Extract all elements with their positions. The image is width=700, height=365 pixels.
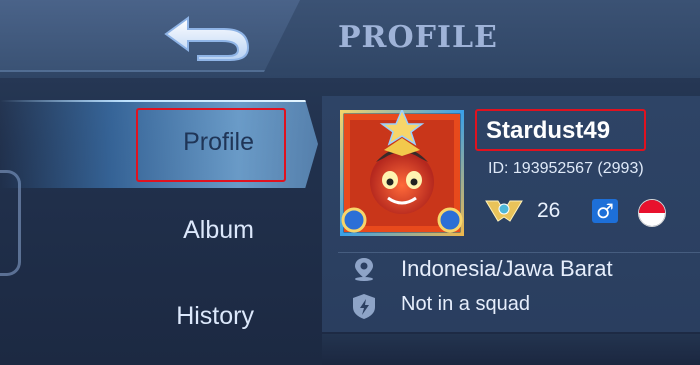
sidebar-item-profile[interactable]: Profile xyxy=(134,128,254,157)
player-id: ID: 193952567 (2993) xyxy=(488,160,644,177)
avatar[interactable] xyxy=(336,106,468,240)
rank-badge-icon xyxy=(485,200,523,222)
back-panel xyxy=(0,0,300,72)
bottom-strip xyxy=(322,334,700,365)
location-pin-icon xyxy=(355,258,373,281)
back-arrow-icon xyxy=(164,16,250,61)
username: Stardust49 xyxy=(486,117,611,144)
squad-shield-icon xyxy=(353,294,375,319)
page-title: PROFILE xyxy=(338,20,498,55)
sidebar-item-album[interactable]: Album xyxy=(134,216,254,245)
divider xyxy=(338,252,700,253)
squad-status: Not in a squad xyxy=(401,293,530,315)
back-button[interactable] xyxy=(158,12,254,62)
male-icon: ♂ xyxy=(592,199,618,223)
indonesia-flag-icon xyxy=(638,199,666,227)
sidebar-item-history[interactable]: History xyxy=(134,302,254,331)
avatar-hero-icon xyxy=(336,106,468,240)
level-value: 26 xyxy=(537,199,561,222)
location-text: Indonesia/Jawa Barat xyxy=(401,256,613,281)
